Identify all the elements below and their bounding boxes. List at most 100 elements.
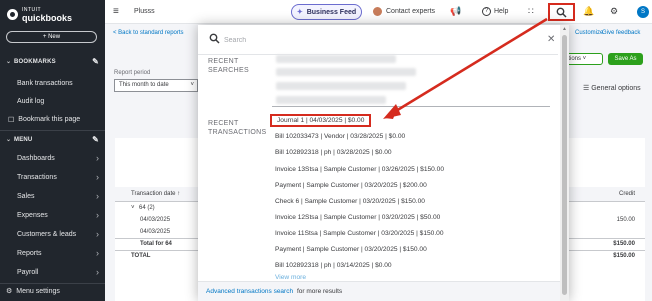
row-label: Total for 64 xyxy=(140,241,172,247)
chevron-right-icon: › xyxy=(96,210,99,220)
row-value: 150.00 xyxy=(616,217,635,223)
recent-transaction-item[interactable]: Bill 102892318 | ph | 03/14/2025 | $0.00 xyxy=(275,262,392,269)
recent-searches-label: RECENT SEARCHES xyxy=(208,58,249,74)
sidebar-item-label: Dashboards xyxy=(17,155,55,162)
help-icon: ? xyxy=(482,7,491,16)
left-sidebar: INTUIT quickbooks + New ⌄ BOOKMARKS ✎ Ba… xyxy=(0,0,105,301)
sidebar-item-transactions[interactable]: Transactions › xyxy=(0,168,105,187)
give-feedback-link[interactable]: Give feedback xyxy=(602,30,640,36)
sidebar-item-reports[interactable]: Reports › xyxy=(0,244,105,263)
bookmarks-header-label: BOOKMARKS xyxy=(14,58,56,65)
recent-transaction-item[interactable]: Bill 102892318 | ph | 03/28/2025 | $0.00 xyxy=(275,149,392,156)
advanced-search-link[interactable]: Advanced transactions search xyxy=(206,288,293,295)
chevron-right-icon: › xyxy=(96,191,99,201)
expand-icon[interactable]: ˅ xyxy=(131,205,135,211)
column-header-date[interactable]: Transaction date ↑ xyxy=(131,191,180,197)
sidebar-divider xyxy=(0,283,105,284)
row-value: $150.00 xyxy=(613,253,635,259)
recent-transaction-item[interactable]: Journal 1 | 04/03/2025 | $0.00 xyxy=(270,114,372,127)
menu-header[interactable]: ⌄ MENU ✎ xyxy=(0,133,105,146)
search-modal: ✕ RECENT SEARCHES RECENT TRANSACTIONS Jo… xyxy=(198,25,569,301)
row-label: 64 (2) xyxy=(139,205,155,211)
redacted-search-item[interactable] xyxy=(276,96,386,104)
chevron-down-icon: ⌄ xyxy=(6,59,12,65)
menu-settings-label: Menu settings xyxy=(16,287,60,295)
sidebar-item-label: Bank transactions xyxy=(17,80,73,87)
new-button[interactable]: + New xyxy=(6,31,97,43)
search-input[interactable] xyxy=(224,34,524,47)
sidebar-item-dashboards[interactable]: Dashboards › xyxy=(0,149,105,168)
gear-icon[interactable]: ⚙ xyxy=(610,6,618,17)
apps-grid-icon[interactable]: ∷ xyxy=(528,6,534,17)
row-value: $150.00 xyxy=(613,241,635,247)
sidebar-item-payroll[interactable]: Payroll › xyxy=(0,263,105,282)
bookmarks-header[interactable]: ⌄ BOOKMARKS ✎ xyxy=(0,55,105,68)
chevron-down-icon: ⌄ xyxy=(6,137,12,143)
sidebar-item-bank-transactions[interactable]: Bank transactions xyxy=(0,74,105,93)
sidebar-item-expenses[interactable]: Expenses › xyxy=(0,206,105,225)
view-more-link[interactable]: View more xyxy=(275,274,306,279)
bell-icon[interactable]: 🔔 xyxy=(583,6,594,17)
recent-transaction-item[interactable]: Invoice 13Stsa | Sample Customer | 03/26… xyxy=(275,166,444,173)
recent-transaction-item[interactable]: Payment | Sample Customer | 03/20/2025 |… xyxy=(275,182,427,189)
sidebar-item-customers-leads[interactable]: Customers & leads › xyxy=(0,225,105,244)
business-feed-button[interactable]: ✦ Business Feed xyxy=(291,4,362,20)
recent-transaction-item[interactable]: Invoice 12Stsa | Sample Customer | 03/20… xyxy=(275,214,440,221)
redacted-search-item[interactable] xyxy=(276,68,416,76)
avatar[interactable]: S xyxy=(637,6,649,18)
sidebar-item-label: Customers & leads xyxy=(17,231,77,238)
column-header-credit[interactable]: Credit xyxy=(619,191,635,197)
sidebar-item-audit-log[interactable]: Audit log xyxy=(0,92,105,111)
sidebar-item-label: Transactions xyxy=(17,174,57,181)
recent-transaction-item[interactable]: Invoice 11Stsa | Sample Customer | 03/20… xyxy=(275,230,444,237)
back-to-reports-link[interactable]: < Back to standard reports xyxy=(113,30,184,36)
contact-experts-button[interactable]: Contact experts xyxy=(373,7,435,16)
general-options-button[interactable]: ☰ General options xyxy=(583,84,641,92)
report-period-label: Report period xyxy=(114,70,151,76)
chevron-down-icon: ˅ xyxy=(190,82,194,88)
company-name[interactable]: Plusss xyxy=(134,8,155,15)
contact-experts-label: Contact experts xyxy=(386,8,436,15)
bookmark-icon: ☐ xyxy=(8,116,15,124)
menu-settings-link[interactable]: ⚙ Menu settings xyxy=(6,287,60,296)
business-feed-label: Business Feed xyxy=(306,8,357,16)
report-period-select[interactable]: This month to date ˅ xyxy=(114,79,198,92)
gear-icon: ⚙ xyxy=(6,288,13,295)
recent-transaction-item[interactable]: Bill 102033473 | Vendor | 03/28/2025 | $… xyxy=(275,133,405,140)
intuit-logo-icon xyxy=(7,9,18,20)
megaphone-icon[interactable]: 📢 xyxy=(450,6,461,17)
chevron-right-icon: › xyxy=(96,153,99,163)
recent-transaction-item[interactable]: Check 6 | Sample Customer | 03/20/2025 |… xyxy=(275,198,425,205)
expert-avatar-icon xyxy=(373,7,382,16)
menu-toggle-icon[interactable]: ≡ xyxy=(113,6,119,17)
sidebar-item-label: Audit log xyxy=(17,98,45,105)
sliders-icon: ☰ xyxy=(583,85,590,92)
sidebar-item-sales[interactable]: Sales › xyxy=(0,187,105,206)
sidebar-item-label: Bookmark this page xyxy=(18,116,81,123)
search-button[interactable] xyxy=(548,3,575,21)
pencil-icon[interactable]: ✎ xyxy=(92,57,99,66)
report-period-value: This month to date xyxy=(119,82,169,88)
row-label: 04/03/2025 xyxy=(140,217,171,223)
redacted-search-item[interactable] xyxy=(276,82,406,90)
recent-transactions-label: RECENT TRANSACTIONS xyxy=(208,120,267,136)
column-header-date-label: Transaction date xyxy=(131,191,176,197)
brand-line2: quickbooks xyxy=(22,13,73,23)
search-icon xyxy=(209,33,220,44)
scroll-up-icon[interactable]: ▲ xyxy=(562,26,567,32)
chevron-right-icon: › xyxy=(96,267,99,277)
section-divider xyxy=(272,106,550,107)
sidebar-item-bookmark-page[interactable]: ☐ Bookmark this page xyxy=(0,110,105,129)
scrollbar-thumb[interactable] xyxy=(562,35,567,295)
help-button[interactable]: ? Help xyxy=(482,7,508,16)
customize-link[interactable]: Customize xyxy=(575,30,603,36)
redacted-search-item[interactable] xyxy=(276,55,396,63)
sidebar-item-label: Reports xyxy=(17,250,42,257)
row-label: TOTAL xyxy=(131,253,151,259)
save-as-button[interactable]: Save As xyxy=(608,53,643,65)
close-icon[interactable]: ✕ xyxy=(547,34,555,45)
search-icon xyxy=(556,7,567,18)
recent-transaction-item[interactable]: Payment | Sample Customer | 03/20/2025 |… xyxy=(275,246,427,253)
scrollbar[interactable]: ▲ xyxy=(560,25,569,301)
pencil-icon[interactable]: ✎ xyxy=(92,135,99,144)
